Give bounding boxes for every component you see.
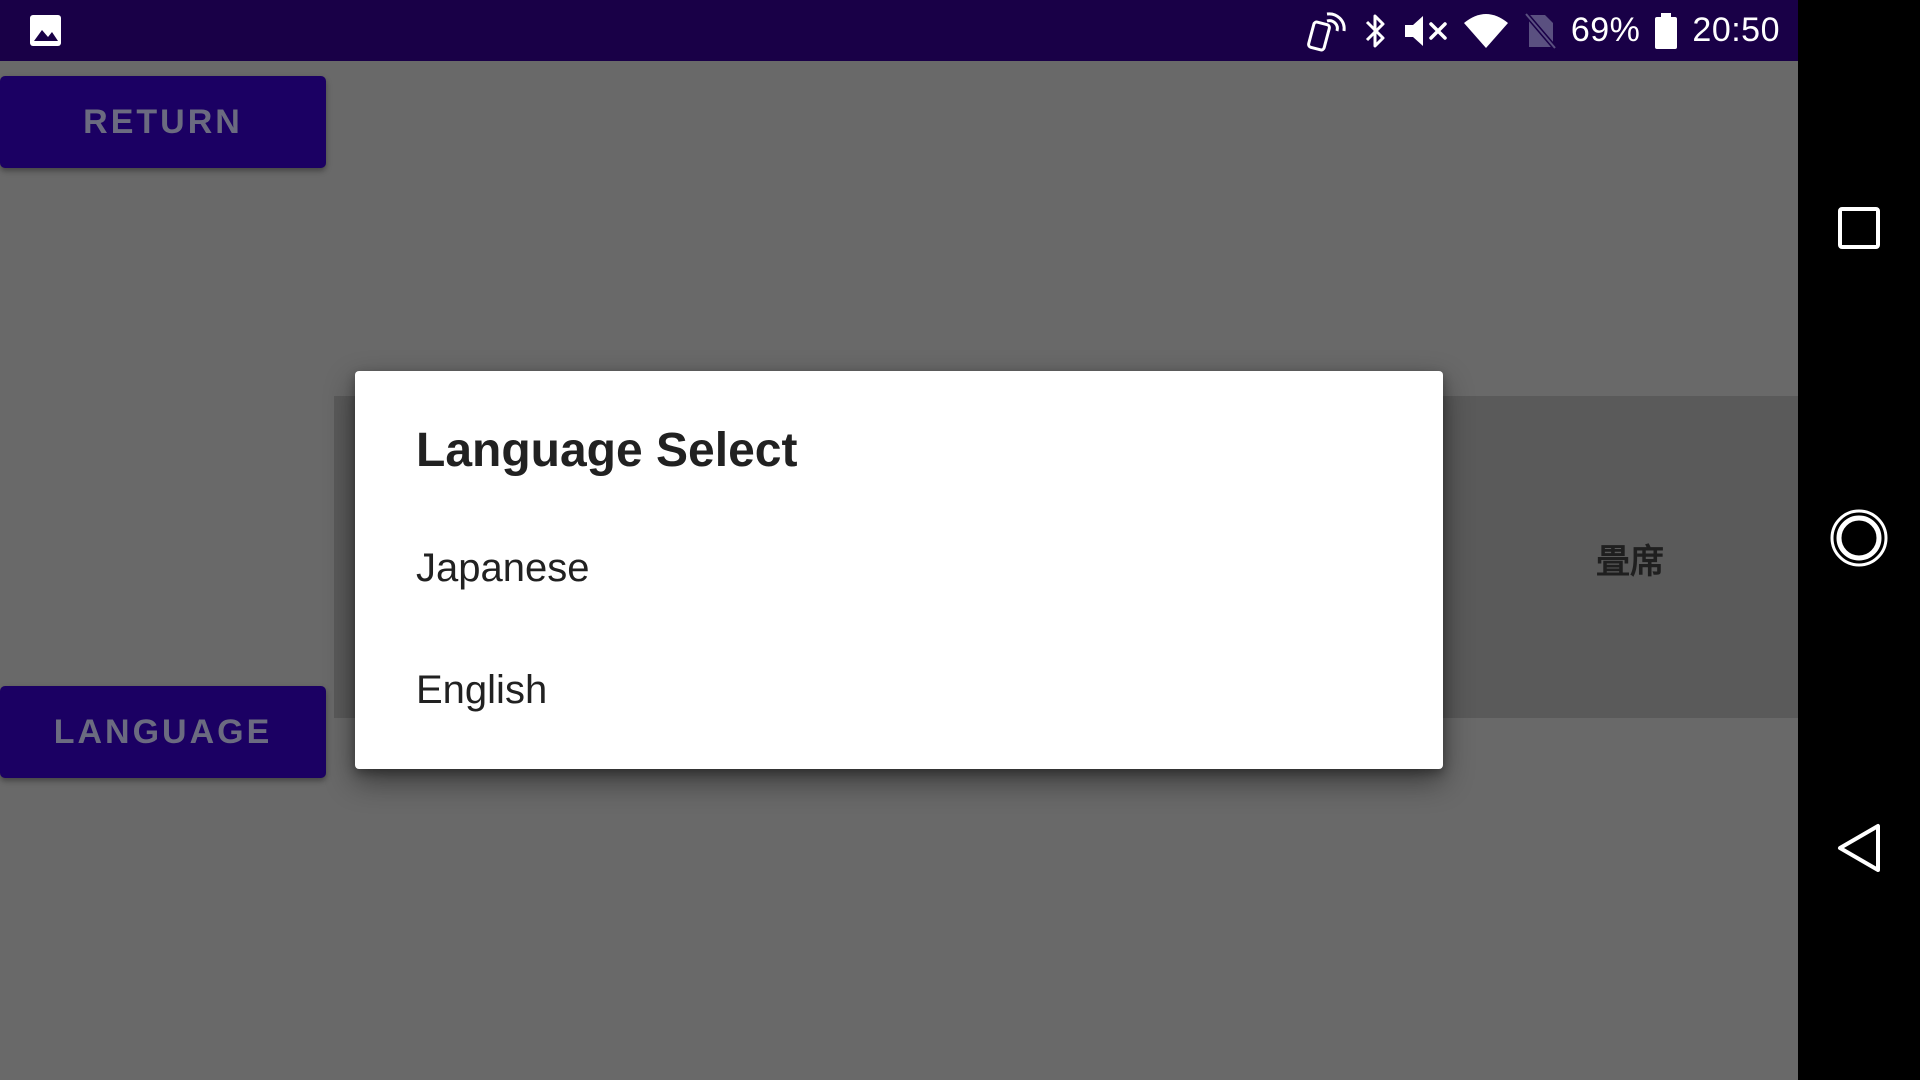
home-button[interactable] <box>1798 480 1920 600</box>
status-icons: 69% 20:50 <box>1305 0 1780 61</box>
seat-type-label: 畳席 <box>1596 542 1664 582</box>
option-english[interactable]: English <box>355 635 1443 745</box>
option-japanese[interactable]: Japanese <box>355 513 1443 623</box>
recents-button[interactable] <box>1798 170 1920 290</box>
home-icon <box>1829 508 1889 573</box>
navigation-bar <box>1798 0 1920 1080</box>
volume-muted-icon <box>1403 13 1449 49</box>
gallery-icon <box>29 14 62 47</box>
recents-icon <box>1837 206 1881 255</box>
back-icon <box>1836 822 1882 879</box>
status-bar: 69% 20:50 <box>0 0 1798 61</box>
language-button[interactable]: LANGUAGE <box>0 686 326 778</box>
dialog-title: Language Select <box>416 424 798 477</box>
battery-percent: 69% <box>1570 11 1641 49</box>
wifi-icon <box>1463 13 1509 49</box>
bluetooth-icon <box>1363 12 1389 50</box>
no-sim-icon <box>1523 11 1557 50</box>
return-button[interactable]: RETURN <box>0 76 326 168</box>
battery-icon <box>1654 12 1678 50</box>
back-button[interactable] <box>1798 790 1920 910</box>
nfc-icon <box>1305 9 1349 53</box>
clock: 20:50 <box>1692 11 1780 49</box>
app-screen: 69% 20:50 RETURN 畳席 LANGUAGE Language Se… <box>0 0 1798 1080</box>
